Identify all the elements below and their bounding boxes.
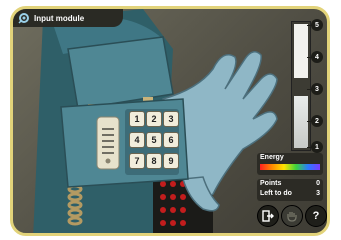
- help-label: ?: [312, 210, 320, 222]
- control-buttons: ?: [257, 205, 327, 229]
- meter-fill: [294, 96, 308, 148]
- window-title: Input module: [34, 13, 85, 23]
- tick-5: 5: [311, 19, 323, 31]
- key-5[interactable]: 5: [146, 132, 162, 148]
- keypad: 1 2 3 4 5 6 7 8 9: [127, 111, 179, 173]
- level-meter: [291, 21, 311, 151]
- key-8[interactable]: 8: [146, 153, 162, 169]
- energy-box: Energy: [257, 153, 323, 175]
- speaker-screw: [105, 158, 111, 164]
- points-row: Points 0: [260, 180, 320, 190]
- energy-label: Energy: [260, 154, 284, 161]
- stats-box: Points 0 Left to do 3: [257, 179, 323, 201]
- key-4[interactable]: 4: [129, 132, 145, 148]
- tick-2: 2: [311, 115, 323, 127]
- points-value: 0: [316, 180, 320, 187]
- tick-3: 3: [311, 83, 323, 95]
- key-3[interactable]: 3: [163, 111, 179, 127]
- help-button[interactable]: ?: [305, 205, 327, 227]
- key-9[interactable]: 9: [163, 153, 179, 169]
- left-row: Left to do 3: [260, 190, 320, 200]
- points-label: Points: [260, 180, 282, 187]
- hand-icon: [287, 212, 297, 222]
- tick-4: 4: [311, 51, 323, 63]
- meter-top: [294, 24, 308, 78]
- gear-icon: [18, 13, 29, 24]
- key-2[interactable]: 2: [146, 111, 162, 127]
- key-6[interactable]: 6: [163, 132, 179, 148]
- side-panel: 5 4 3 2 1 Energy Points 0 Left to do 3 ?: [257, 15, 327, 233]
- key-7[interactable]: 7: [129, 153, 145, 169]
- game-frame: 1 2 3 4 5 6 7 8 9 Input module 5 4 3 2 1: [10, 6, 330, 236]
- energy-bar: [260, 164, 320, 170]
- tick-1: 1: [311, 141, 323, 153]
- left-label: Left to do: [260, 190, 292, 197]
- title-bar: Input module: [13, 9, 123, 27]
- exit-button[interactable]: [257, 205, 279, 227]
- hand-button[interactable]: [281, 205, 303, 227]
- key-1[interactable]: 1: [129, 111, 145, 127]
- exit-door-icon: [262, 210, 274, 222]
- left-value: 3: [316, 190, 320, 197]
